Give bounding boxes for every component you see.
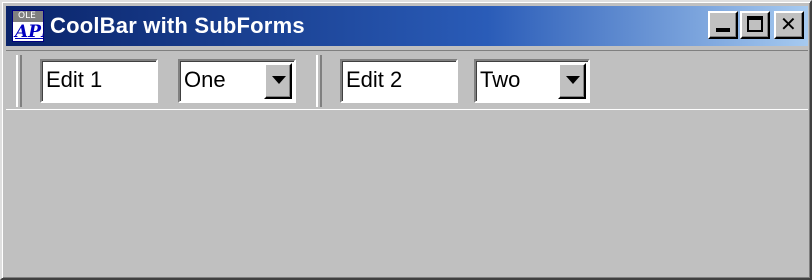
combo-box-1[interactable]: One bbox=[178, 59, 296, 103]
close-button[interactable]: ✕ bbox=[774, 11, 804, 39]
edit-field-1[interactable]: Edit 1 bbox=[40, 59, 158, 103]
coolbar-band-2: Edit 2 Two bbox=[316, 55, 616, 109]
combo-value-2: Two bbox=[480, 67, 521, 92]
minimize-button[interactable] bbox=[708, 11, 738, 39]
minimize-icon bbox=[716, 28, 730, 32]
caption-buttons: ✕ bbox=[708, 11, 804, 39]
combo-box-2[interactable]: Two bbox=[474, 59, 590, 103]
edit-field-2[interactable]: Edit 2 bbox=[340, 59, 458, 103]
app-window: OLE API CoolBar with SubForms ✕ Edit 1 O… bbox=[0, 0, 812, 280]
combo-dropdown-button-1[interactable] bbox=[264, 63, 292, 99]
maximize-icon bbox=[747, 16, 763, 32]
window-title: CoolBar with SubForms bbox=[50, 13, 305, 38]
title-bar[interactable]: OLE API CoolBar with SubForms ✕ bbox=[6, 6, 808, 46]
coolbar: Edit 1 One Edit 2 Two bbox=[6, 50, 808, 110]
combo-dropdown-button-2[interactable] bbox=[558, 63, 586, 99]
close-icon: ✕ bbox=[780, 12, 797, 36]
band-gripper-2[interactable] bbox=[316, 55, 322, 107]
app-icon-top-text: OLE bbox=[18, 11, 36, 21]
app-icon-bottom-text: API bbox=[15, 22, 43, 42]
chevron-down-icon bbox=[272, 76, 286, 84]
vbapi-app-icon[interactable]: OLE API bbox=[12, 10, 44, 42]
chevron-down-icon bbox=[566, 76, 580, 84]
coolbar-band-1: Edit 1 One bbox=[16, 55, 308, 109]
maximize-button[interactable] bbox=[740, 11, 770, 39]
band-gripper-1[interactable] bbox=[16, 55, 22, 107]
combo-value-1: One bbox=[184, 67, 226, 92]
